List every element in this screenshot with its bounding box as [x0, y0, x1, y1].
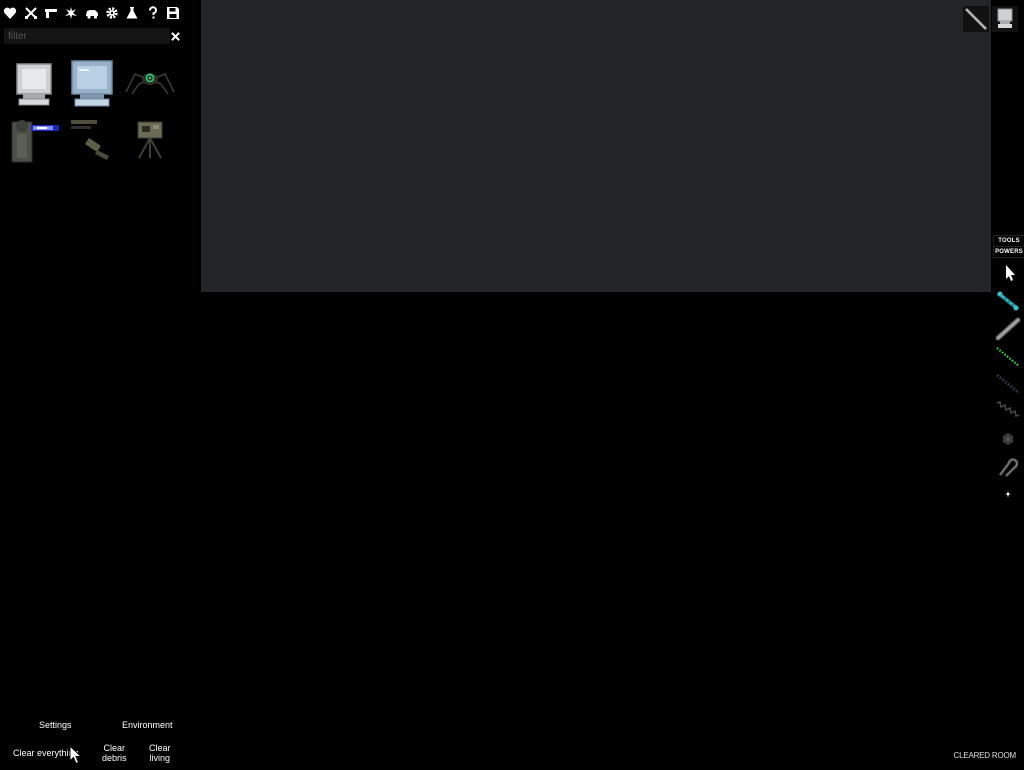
zigzag-spring-icon[interactable] — [993, 398, 1023, 424]
crossed-swords-icon[interactable] — [22, 4, 40, 22]
pointer-icon[interactable] — [993, 260, 1023, 286]
environment-button[interactable]: Environment — [122, 720, 173, 730]
rod-icon[interactable] — [993, 316, 1023, 342]
hook-icon[interactable] — [993, 453, 1023, 479]
camera-tripod-icon[interactable] — [125, 114, 175, 164]
monitor-blue-icon[interactable] — [67, 58, 117, 108]
clear-filter-icon[interactable] — [167, 28, 183, 44]
clear-debris-line1: Clear — [103, 743, 126, 753]
spider-robot-icon[interactable] — [125, 58, 175, 108]
save-icon[interactable] — [164, 4, 182, 22]
vehicle-icon[interactable] — [83, 4, 101, 22]
filter-input[interactable] — [4, 28, 170, 44]
rod-icon[interactable] — [963, 6, 989, 32]
spawn-menu-panel: Settings Environment Clear everything Cl… — [0, 0, 200, 768]
right-toolbar: TOOLS POWERS — [991, 234, 1024, 514]
gun-icon[interactable] — [42, 4, 60, 22]
laser-turret-icon[interactable] — [9, 114, 59, 164]
gear-icon[interactable] — [103, 4, 121, 22]
monitor-icon[interactable] — [992, 6, 1018, 32]
tab-powers[interactable]: POWERS — [993, 246, 1024, 258]
heart-icon[interactable] — [1, 4, 19, 22]
hexagon-bolt-icon[interactable] — [993, 426, 1023, 452]
clear-living-line2: living — [149, 753, 171, 763]
green-rope-icon[interactable] — [993, 344, 1023, 370]
teal-cable-icon[interactable] — [993, 288, 1023, 314]
room-viewport[interactable] — [201, 0, 991, 292]
clear-debris-button[interactable]: Clear debris — [102, 743, 127, 763]
monitor-white-icon[interactable] — [9, 60, 59, 110]
question-icon[interactable] — [144, 4, 162, 22]
status-message: CLEARED ROOM — [953, 751, 1017, 760]
gun-parts-icon[interactable] — [67, 114, 117, 164]
clear-living-button[interactable]: Clear living — [149, 743, 171, 763]
category-bar — [0, 0, 200, 26]
top-right-tools — [963, 6, 1019, 32]
settings-button[interactable]: Settings — [39, 720, 72, 730]
explosion-icon[interactable] — [62, 4, 80, 22]
clear-living-line1: Clear — [149, 743, 171, 753]
flask-icon[interactable] — [123, 4, 141, 22]
small-star-icon[interactable] — [993, 481, 1023, 507]
mouse-cursor-icon — [69, 744, 83, 765]
clear-debris-line2: debris — [102, 753, 127, 763]
filter-row — [4, 28, 194, 46]
dark-spring-icon[interactable] — [993, 371, 1023, 397]
